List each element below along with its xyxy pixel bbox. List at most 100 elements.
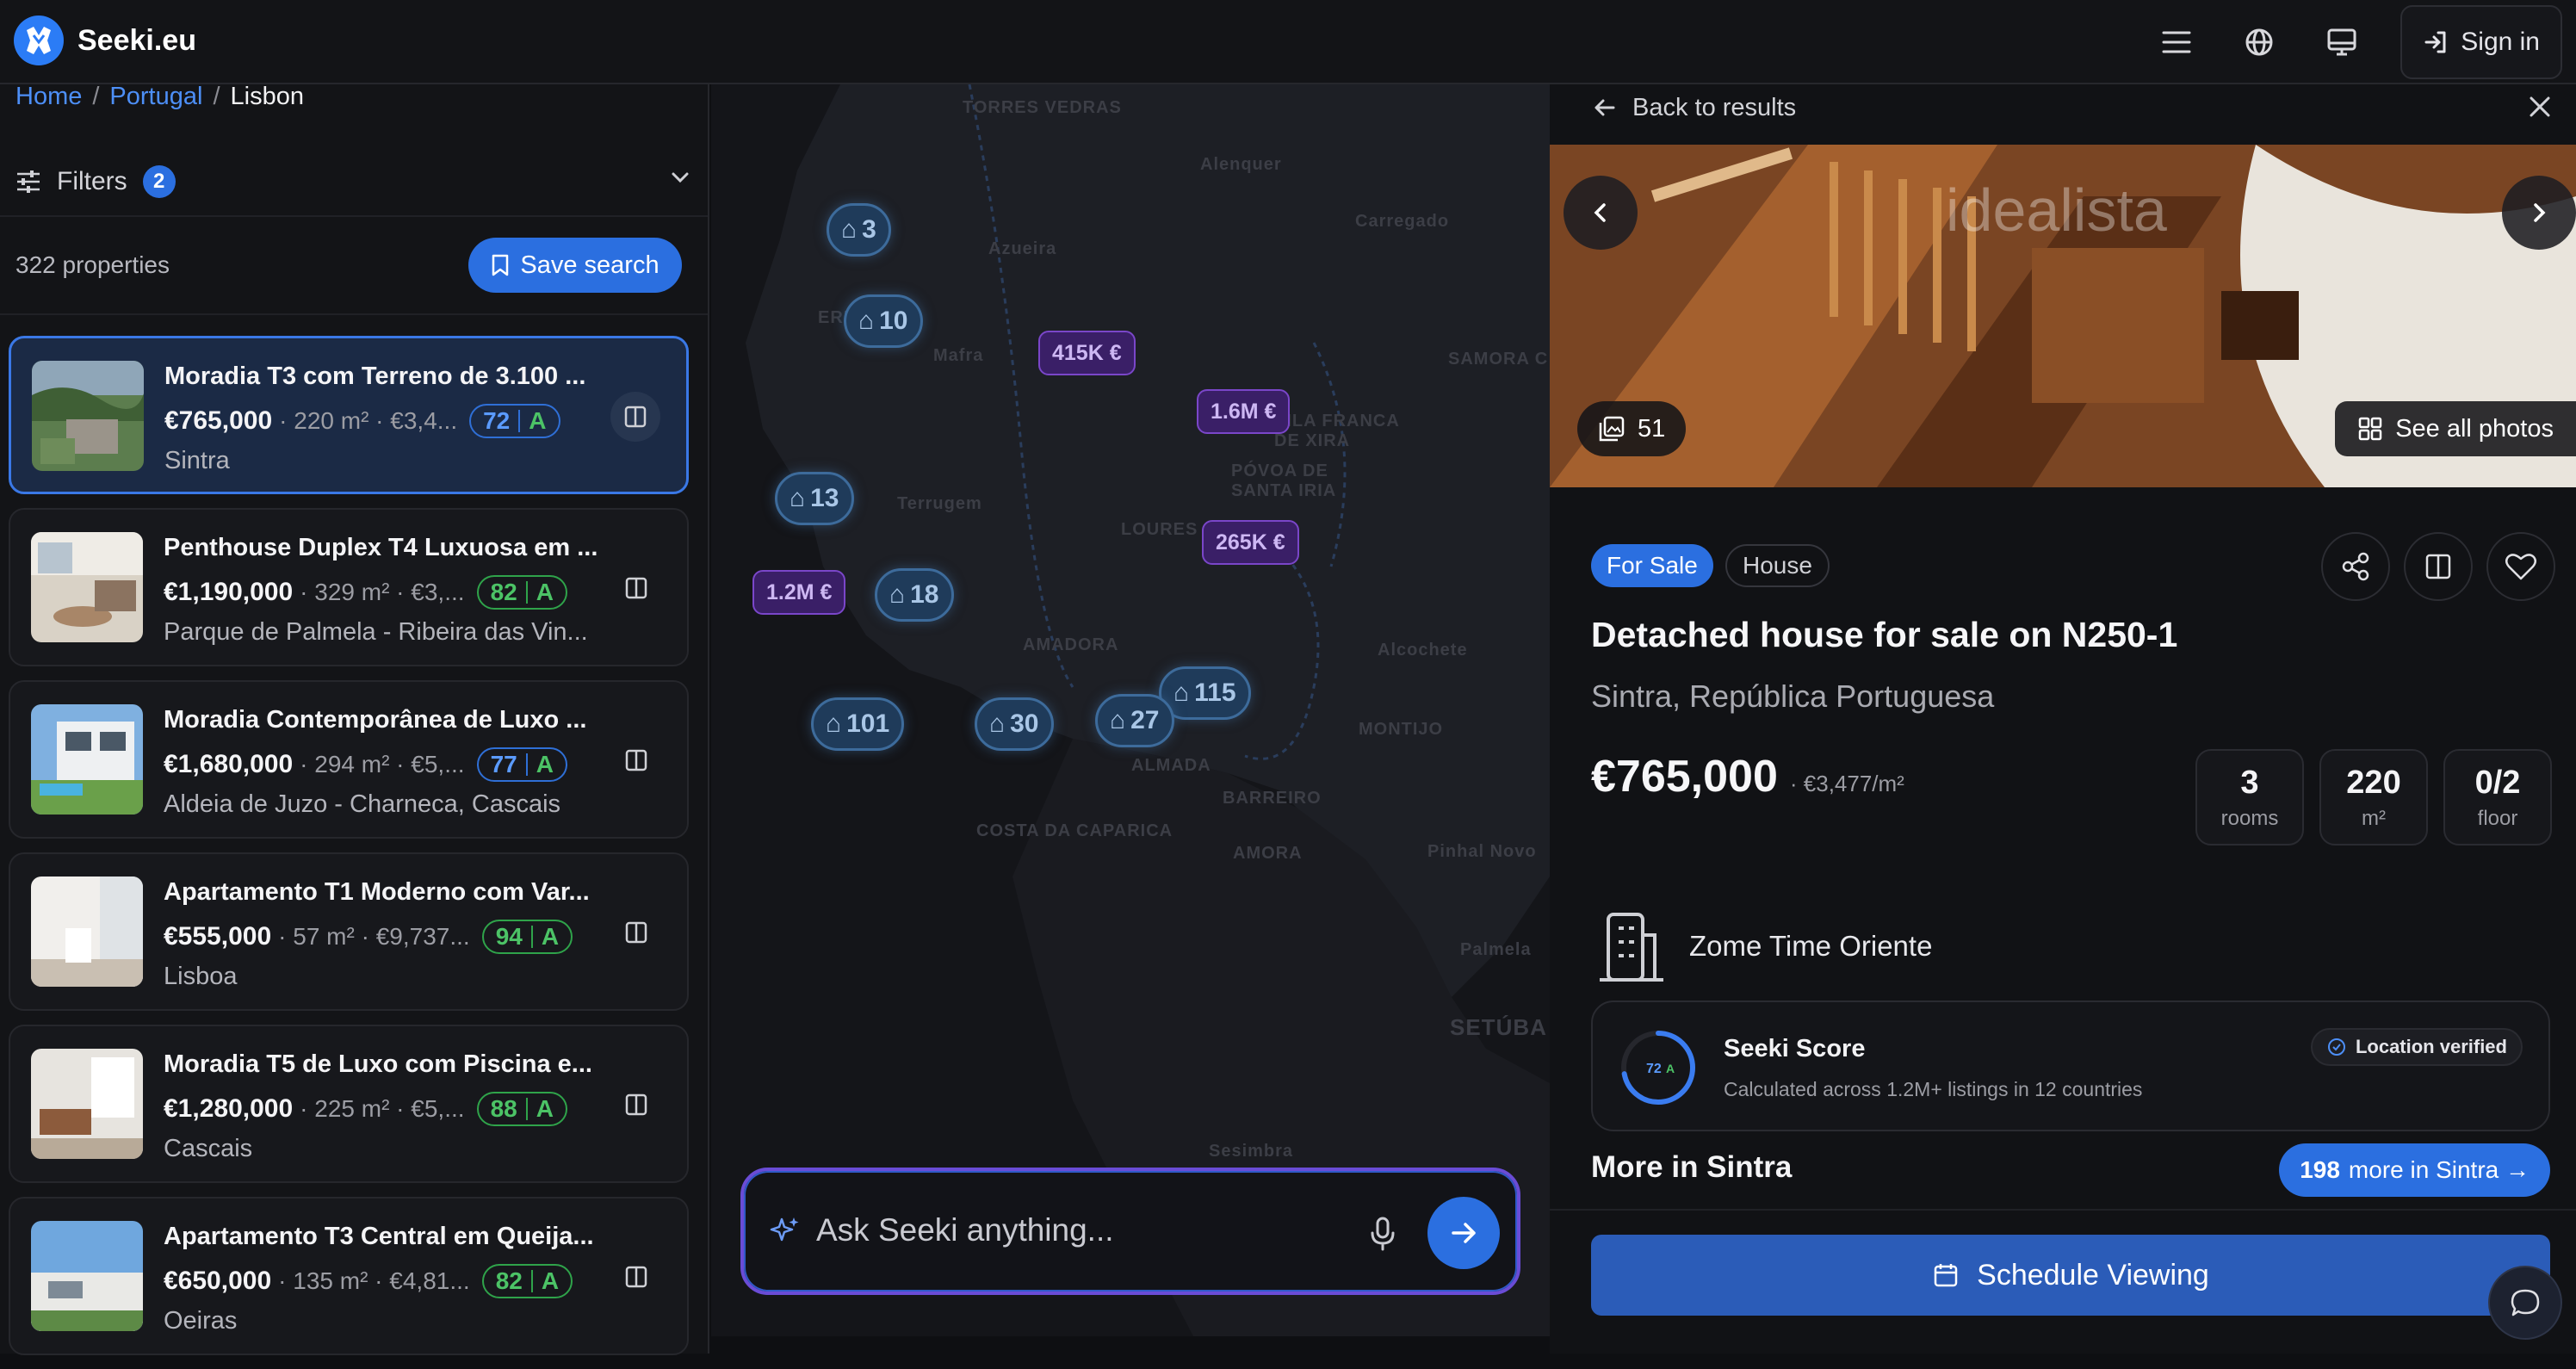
favorite-button[interactable] — [2486, 532, 2555, 601]
listing-card[interactable]: Moradia T3 com Terreno de 3.100 ... €765… — [9, 336, 689, 494]
previous-photo-button[interactable] — [1564, 176, 1638, 250]
listing-price: €1,680,000 — [164, 750, 294, 778]
listing-list: Moradia T3 com Terreno de 3.100 ... €765… — [9, 336, 689, 1369]
breadcrumb-city: Lisbon — [230, 83, 304, 110]
listing-price: €650,000 — [164, 1267, 272, 1295]
compare-button[interactable] — [611, 1080, 661, 1130]
map-place-label: Sesimbra — [1209, 1142, 1294, 1161]
map-cluster-marker[interactable]: ⌂ 3 — [827, 203, 891, 257]
score-grade: A — [541, 1267, 560, 1294]
map-cluster-marker[interactable]: ⌂ 101 — [811, 697, 905, 751]
images-icon — [1599, 416, 1625, 442]
map-cluster-marker[interactable]: ⌂ 30 — [975, 697, 1054, 751]
listing-card[interactable]: Apartamento T1 Moderno com Var... €555,0… — [9, 852, 689, 1011]
score-ring-value: 72 — [1646, 1062, 1662, 1076]
map-cluster-marker[interactable]: ⌂ 27 — [1095, 694, 1174, 747]
compare-button[interactable] — [2404, 532, 2473, 601]
ask-input-placeholder[interactable]: Ask Seeki anything... — [816, 1212, 1114, 1248]
listing-location: Sintra — [164, 447, 230, 474]
logo-icon — [14, 15, 64, 65]
chevron-down-icon — [672, 172, 689, 183]
map-cluster-marker[interactable]: ⌂ 18 — [875, 568, 954, 622]
compare-button[interactable] — [611, 563, 661, 613]
display-icon[interactable] — [2300, 5, 2383, 79]
stat-value: 3 — [2240, 764, 2259, 801]
score-value: 72 — [483, 407, 511, 434]
see-all-photos-button[interactable]: See all photos — [2335, 401, 2576, 456]
map-cluster-marker[interactable]: ⌂ 13 — [775, 472, 854, 525]
arrow-right-icon — [1452, 1223, 1476, 1243]
listing-detail-panel: Back to results idealista 51 See all pho… — [1550, 84, 2576, 1354]
score-grade: A — [536, 579, 554, 605]
score-value: 77 — [490, 751, 517, 777]
filters-toggle[interactable]: Filters 2 — [15, 160, 692, 203]
score-value: 82 — [490, 579, 517, 605]
house-icon: ⌂ — [858, 307, 875, 335]
save-search-button[interactable]: Save search — [468, 238, 682, 293]
globe-icon[interactable] — [2218, 5, 2300, 79]
stat-area: 220 m² — [2319, 749, 2428, 846]
map-price-marker[interactable]: 1.6M € — [1197, 389, 1291, 434]
map-place-label: Alenquer — [1200, 155, 1282, 174]
sign-in-button[interactable]: Sign in — [2400, 5, 2562, 79]
save-search-label: Save search — [520, 251, 659, 279]
ask-seeki-box[interactable]: Ask Seeki anything... — [740, 1168, 1520, 1295]
building-icon — [1600, 913, 1663, 982]
listing-card[interactable]: Moradia Contemporânea de Luxo ... €1,680… — [9, 680, 689, 839]
score-badge: 77 A — [476, 747, 567, 782]
more-in-area-button[interactable]: 198 more in Sintra → — [2279, 1143, 2550, 1197]
listing-location: Parque de Palmela - Ribeira das Vin... — [164, 618, 588, 646]
compare-button[interactable] — [611, 908, 661, 957]
schedule-label: Schedule Viewing — [1977, 1258, 2209, 1292]
map-place-label: Pinhal Novo — [1427, 842, 1537, 861]
house-icon: ⌂ — [841, 215, 858, 244]
results-panel: Home / Portugal / Lisbon Filters 2 322 p… — [0, 83, 709, 1355]
map-price-marker[interactable]: 265K € — [1202, 520, 1299, 565]
back-to-results-link[interactable]: Back to results — [1591, 84, 1796, 131]
house-icon: ⌂ — [989, 709, 1006, 738]
share-button[interactable] — [2321, 532, 2390, 601]
listing-price: €765,000 — [1591, 752, 1778, 802]
compare-button[interactable] — [611, 735, 661, 785]
listing-card[interactable]: Moradia T5 de Luxo com Piscina e... €1,2… — [9, 1025, 689, 1183]
score-subtitle: Calculated across 1.2M+ listings in 12 c… — [1724, 1078, 2143, 1100]
schedule-viewing-button[interactable]: Schedule Viewing — [1591, 1235, 2550, 1316]
send-button[interactable] — [1427, 1197, 1500, 1269]
listing-card[interactable]: Penthouse Duplex T4 Luxuosa em ... €1,19… — [9, 508, 689, 666]
breadcrumb-home[interactable]: Home — [15, 84, 82, 109]
listing-card[interactable]: Apartamento T3 Central em Queija... €650… — [9, 1197, 689, 1355]
map-place-label: AMORA — [1233, 844, 1303, 863]
cluster-count: 115 — [1194, 678, 1236, 707]
compare-button[interactable] — [610, 392, 660, 442]
house-icon: ⌂ — [790, 484, 806, 512]
price-per-sqm: · €3,477/m² — [1789, 771, 1904, 796]
listing-thumbnail — [31, 1221, 143, 1331]
house-icon: ⌂ — [889, 580, 906, 609]
brand-logo[interactable]: Seeki.eu — [14, 15, 196, 65]
score-grade: A — [536, 751, 554, 777]
columns-icon — [2425, 554, 2451, 579]
map-price-marker[interactable]: 1.2M € — [752, 570, 846, 615]
stat-rooms: 3 rooms — [2195, 749, 2304, 846]
microphone-icon[interactable] — [1369, 1216, 1396, 1252]
breadcrumb-country[interactable]: Portugal — [109, 84, 202, 109]
check-circle-icon — [2327, 1038, 2345, 1056]
menu-icon[interactable] — [2135, 5, 2218, 79]
login-icon — [2424, 31, 2446, 53]
photo-count-badge[interactable]: 51 — [1577, 401, 1687, 456]
share-icon — [2342, 552, 2369, 581]
chat-button[interactable] — [2488, 1266, 2562, 1340]
close-icon[interactable] — [2526, 93, 2554, 121]
map-cluster-marker[interactable]: ⌂ 10 — [844, 294, 923, 348]
map-price-marker[interactable]: 415K € — [1038, 331, 1136, 375]
listing-meta: · 294 m² · €5,... — [300, 751, 465, 777]
photo-gallery[interactable]: idealista 51 See all photos — [1550, 145, 2576, 487]
breadcrumb-separator: / — [92, 83, 100, 110]
for-sale-tag: For Sale — [1591, 544, 1713, 587]
compare-button[interactable] — [611, 1252, 661, 1302]
stat-floor: 0/2 floor — [2443, 749, 2552, 846]
next-photo-button[interactable] — [2502, 176, 2576, 250]
agency-info[interactable]: Zome Time Oriente — [1591, 909, 1932, 983]
map-view[interactable]: TORRES VEDRAS Alenquer Azueira Carregado… — [711, 84, 1550, 1336]
score-value: 94 — [495, 923, 523, 950]
